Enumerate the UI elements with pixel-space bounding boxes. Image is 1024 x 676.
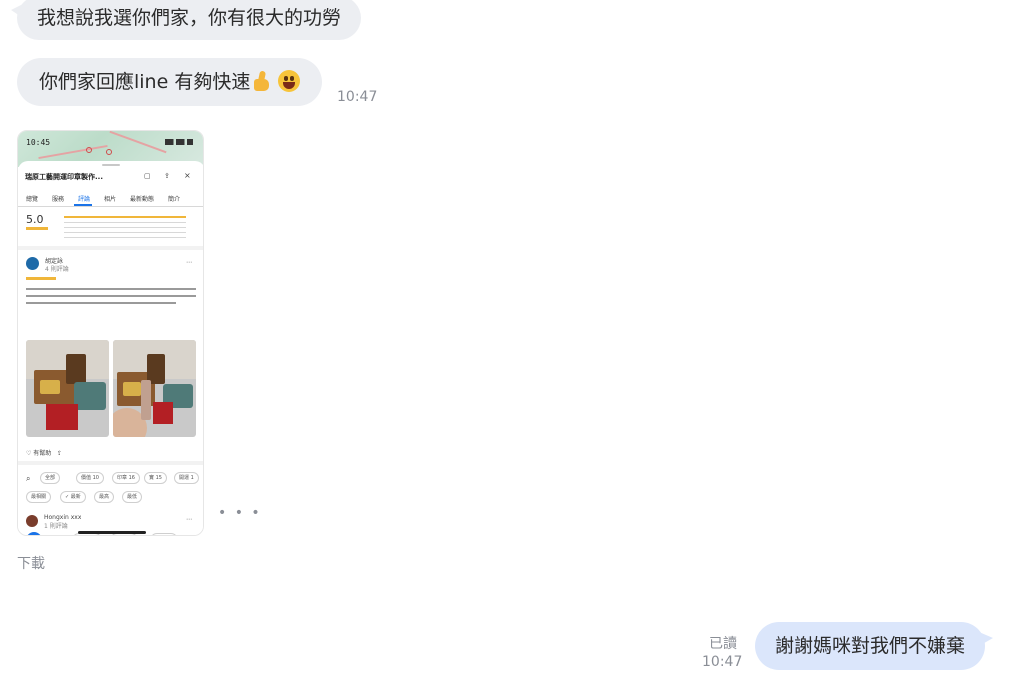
chat-area: 我想說我選你們家，你有很大的功勞 你們家回應line 有夠快速 10:47 10… bbox=[0, 0, 1024, 676]
incoming-message[interactable]: 我想說我選你們家，你有很大的功勞 bbox=[10, 0, 362, 40]
grinning-face-emoji-icon bbox=[278, 70, 301, 92]
incoming-message[interactable]: 你們家回應line 有夠快速 bbox=[17, 58, 323, 106]
shared-image[interactable]: 10:45 瑞原工藝開運印章製作... ▢ ⇪ × 總覽 服務 評論 相片 最新… bbox=[17, 130, 204, 536]
review-photo bbox=[26, 340, 109, 437]
place-title: 瑞原工藝開運印章製作... bbox=[25, 173, 103, 181]
more-options-icon[interactable]: • • • bbox=[218, 505, 262, 521]
message-text: 我想說我選你們家，你有很大的功勞 bbox=[37, 7, 342, 29]
home-indicator bbox=[78, 531, 146, 534]
review-photo bbox=[113, 340, 196, 437]
status-icons bbox=[165, 139, 193, 145]
thumbs-up-emoji-icon bbox=[252, 70, 272, 92]
download-link[interactable]: 下載 bbox=[17, 553, 45, 573]
outgoing-message[interactable]: 謝謝媽咪對我們不嫌棄 bbox=[755, 622, 994, 670]
read-receipt: 已讀 bbox=[709, 636, 737, 652]
message-text: 你們家回應line 有夠快速 bbox=[39, 71, 251, 93]
message-timestamp: 10:47 bbox=[337, 89, 378, 105]
rating-value: 5.0 bbox=[26, 213, 44, 226]
place-sheet: 瑞原工藝開運印章製作... ▢ ⇪ × 總覽 服務 評論 相片 最新動態 簡介 … bbox=[18, 161, 203, 535]
status-time: 10:45 bbox=[26, 138, 51, 147]
message-text: 謝謝媽咪對我們不嫌棄 bbox=[775, 635, 966, 657]
message-timestamp: 10:47 bbox=[702, 654, 743, 670]
